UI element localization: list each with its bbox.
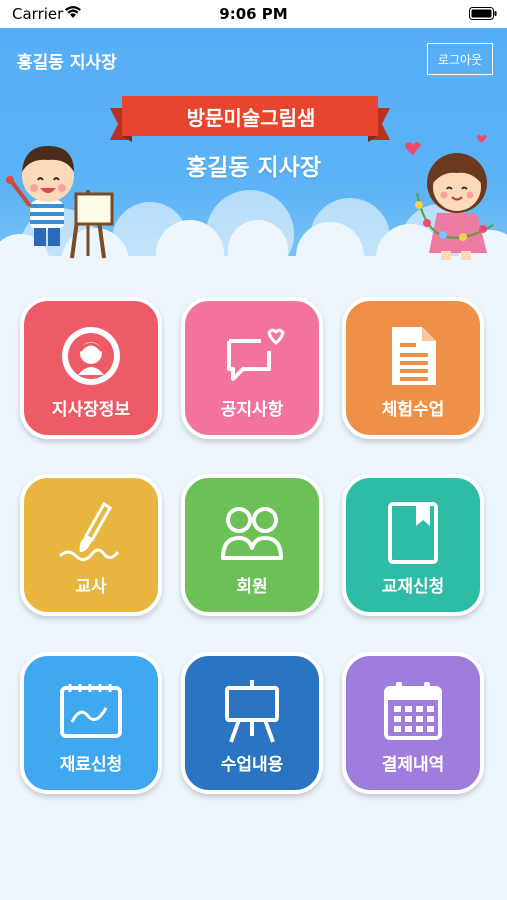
book-icon [388, 502, 438, 564]
header-title: 홍길동 지사장 [17, 53, 117, 73]
menu-class-content-button[interactable]: 수업내용 [181, 652, 323, 794]
menu-material-request-label: 재료신청 [59, 755, 123, 775]
easel-icon [225, 680, 279, 743]
menu-branch-info-label: 지사장정보 [51, 400, 131, 420]
menu-material-request-button[interactable]: 재료신청 [20, 652, 162, 794]
boy-painter-illustration [6, 146, 114, 259]
menu-teacher-button[interactable]: 교사 [20, 474, 162, 616]
menu-members-button[interactable]: 회원 [181, 474, 323, 616]
header-banner: 홍길동 지사장 로그아웃 방문미술그림샘 홍길동 지사장 [0, 28, 507, 260]
logout-button[interactable]: 로그아웃 [427, 43, 493, 75]
menu-notice-button[interactable]: 공지사항 [181, 297, 323, 439]
chat-heart-icon [227, 328, 285, 381]
menu-payment-history-label: 결제내역 [381, 755, 445, 775]
sketchbook-icon [60, 684, 122, 738]
menu-textbook-request-label: 교재신청 [381, 577, 445, 597]
menu-class-content-label: 수업내용 [220, 755, 284, 775]
menu-trial-class-label: 체험수업 [381, 400, 445, 420]
calendar-icon [384, 682, 442, 740]
menu-members-label: 회원 [236, 577, 268, 597]
menu-notice-label: 공지사항 [220, 400, 284, 420]
menu-teacher-label: 교사 [75, 577, 107, 597]
battery-icon [469, 7, 497, 20]
menu-trial-class-button[interactable]: 체험수업 [342, 297, 484, 439]
girl-illustration [405, 135, 494, 260]
menu-textbook-request-button[interactable]: 교재신청 [342, 474, 484, 616]
menu-branch-info-button[interactable]: 지사장정보 [20, 297, 162, 439]
branch-logo-icon [62, 327, 120, 385]
brush-icon [58, 501, 120, 561]
menu-payment-history-button[interactable]: 결제내역 [342, 652, 484, 794]
status-bar: Carrier 9:06 PM [0, 0, 507, 28]
banner-title: 방문미술그림샘 [186, 106, 316, 130]
members-icon [221, 507, 283, 560]
clock: 9:06 PM [219, 5, 288, 23]
document-icon [392, 327, 436, 385]
